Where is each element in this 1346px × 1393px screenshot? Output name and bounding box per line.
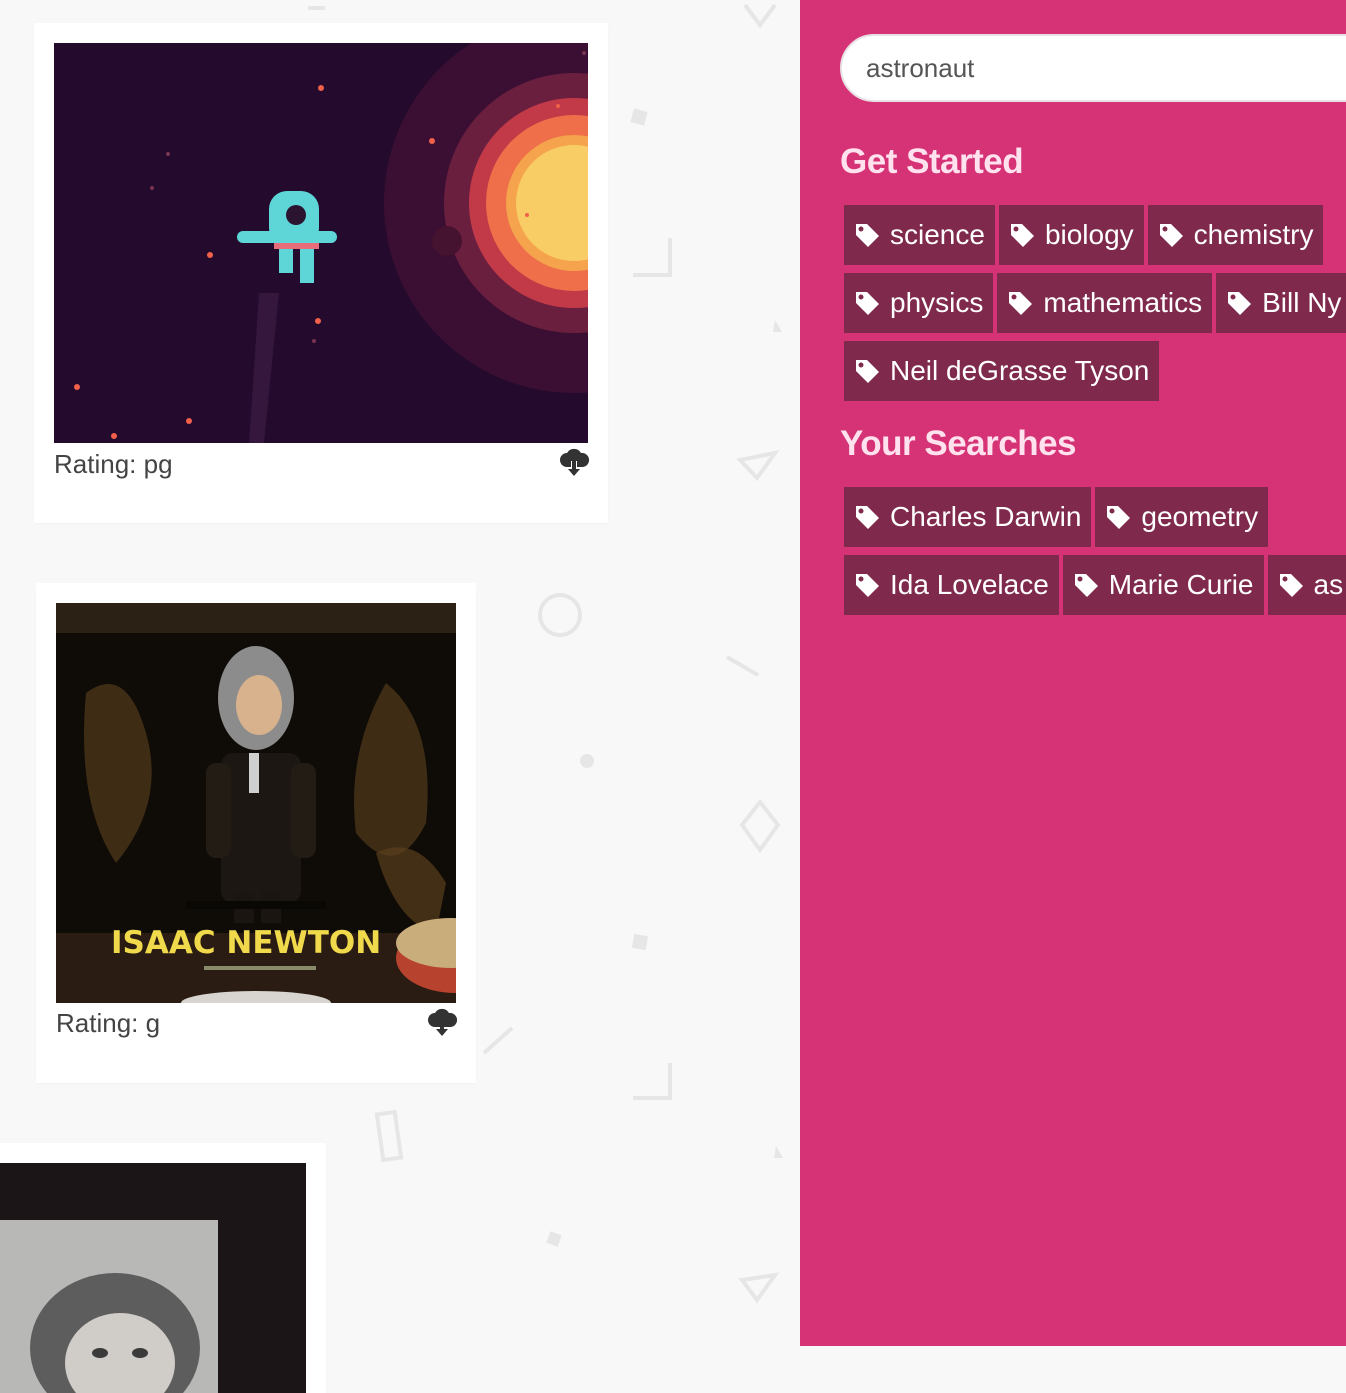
isaac-newton-caption: ISAAC NEWTON — [111, 925, 381, 961]
astronaut-illustration — [54, 43, 588, 443]
gif-image-portrait[interactable] — [0, 1163, 306, 1393]
your-searches-tags: Charles Darwin geometry Ida Lovelace Marie… — [844, 487, 1346, 623]
tag-label: Neil deGrasse Tyson — [890, 355, 1149, 387]
tag-icon — [854, 504, 880, 530]
tag-icon — [854, 222, 880, 248]
tag-icon — [1007, 290, 1033, 316]
sidebar-panel: Get Started science biology chemistry phys… — [800, 0, 1346, 1346]
tag-label: as — [1314, 569, 1344, 601]
gif-image-astronaut[interactable] — [54, 43, 588, 443]
tag-astronaut[interactable]: as — [1268, 555, 1346, 615]
tag-icon — [854, 290, 880, 316]
tag-label: physics — [890, 287, 983, 319]
tag-label: Ida Lovelace — [890, 569, 1049, 601]
tag-label: geometry — [1141, 501, 1258, 533]
download-button[interactable] — [427, 1007, 457, 1037]
tag-physics[interactable]: physics — [844, 273, 993, 333]
tag-science[interactable]: science — [844, 205, 995, 265]
rating-label: Rating: g — [56, 1008, 160, 1039]
tag-icon — [854, 358, 880, 384]
rating-label: Rating: pg — [54, 449, 173, 480]
search-input[interactable] — [840, 34, 1346, 102]
tag-label: Charles Darwin — [890, 501, 1081, 533]
get-started-heading: Get Started — [840, 142, 1023, 182]
tag-ida-lovelace[interactable]: Ida Lovelace — [844, 555, 1059, 615]
tag-geometry[interactable]: geometry — [1095, 487, 1268, 547]
cloud-download-icon — [559, 447, 589, 477]
tag-chemistry[interactable]: chemistry — [1148, 205, 1324, 265]
gif-card-portrait[interactable] — [0, 1143, 326, 1393]
tag-bill-nye[interactable]: Bill Ny — [1216, 273, 1346, 333]
tag-mathematics[interactable]: mathematics — [997, 273, 1212, 333]
tag-label: Bill Ny — [1262, 287, 1341, 319]
tag-label: science — [890, 219, 985, 251]
tag-icon — [1278, 572, 1304, 598]
gif-card-isaac-newton[interactable]: ISAAC NEWTON Rating: g — [36, 583, 476, 1083]
portrait-photo — [0, 1163, 306, 1393]
tag-biology[interactable]: biology — [999, 205, 1144, 265]
tag-icon — [1226, 290, 1252, 316]
cloud-download-icon — [427, 1007, 457, 1037]
download-button[interactable] — [559, 447, 589, 477]
your-searches-heading: Your Searches — [840, 424, 1076, 464]
gif-card-astronaut[interactable]: Rating: pg — [34, 23, 608, 523]
tag-label: biology — [1045, 219, 1134, 251]
tag-label: mathematics — [1043, 287, 1202, 319]
tag-icon — [1105, 504, 1131, 530]
tag-label: Marie Curie — [1109, 569, 1254, 601]
gif-image-isaac-newton[interactable]: ISAAC NEWTON — [56, 603, 456, 1003]
tag-charles-darwin[interactable]: Charles Darwin — [844, 487, 1091, 547]
tag-neil-degrasse-tyson[interactable]: Neil deGrasse Tyson — [844, 341, 1159, 401]
newton-bobblehead-photo: ISAAC NEWTON — [56, 603, 456, 1003]
tag-icon — [854, 572, 880, 598]
tag-icon — [1073, 572, 1099, 598]
tag-icon — [1009, 222, 1035, 248]
get-started-tags: science biology chemistry physics mathemati… — [844, 205, 1346, 409]
tag-icon — [1158, 222, 1184, 248]
tag-marie-curie[interactable]: Marie Curie — [1063, 555, 1264, 615]
tag-label: chemistry — [1194, 219, 1314, 251]
